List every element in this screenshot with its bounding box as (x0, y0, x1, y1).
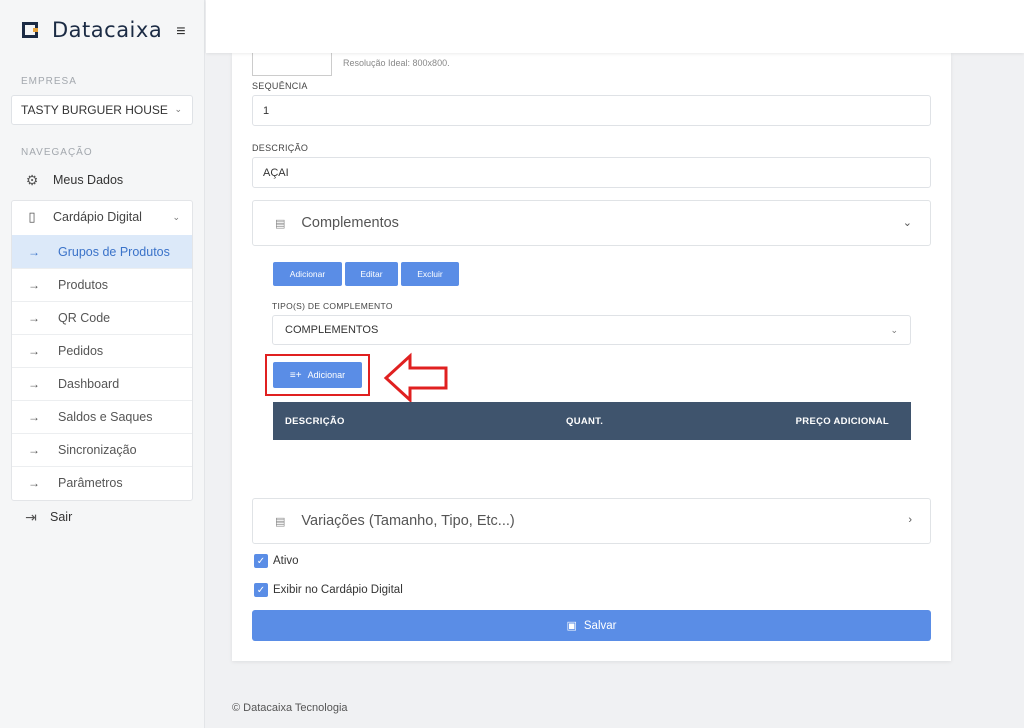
list-icon: ▤ (275, 217, 286, 230)
company-select-value: TASTY BURGUER HOUSE (21, 103, 168, 117)
complementos-accordion[interactable]: ▤ Complementos ⌄ (252, 200, 931, 246)
chevron-down-icon: ⌄ (890, 325, 898, 335)
red-arrow-icon (383, 352, 448, 404)
complementos-table-header: DESCRIÇÃO QUANT. PREÇO ADICIONAL (273, 402, 911, 440)
descricao-label: DESCRIÇÃO (252, 143, 309, 153)
hamburger-icon[interactable]: ≡ (176, 23, 185, 41)
list-add-icon: ≡+ (289, 369, 302, 381)
check-icon: ✓ (254, 554, 268, 568)
logout-icon: ⇥ (25, 508, 37, 525)
excluir-complemento-button[interactable]: Excluir (401, 262, 459, 286)
arrow-right-icon: → (28, 377, 40, 391)
sidebar-item-dashboard[interactable]: → Dashboard (12, 367, 192, 400)
sidebar-item-label: Cardápio Digital (53, 210, 142, 224)
phone-icon: ▯ (28, 209, 36, 224)
tipo-complemento-select[interactable]: COMPLEMENTOS ⌄ (272, 315, 911, 345)
column-preco: PREÇO ADICIONAL (795, 416, 889, 427)
sidebar-item-label: Parâmetros (58, 476, 123, 490)
form-card: Resolução Ideal: 800x800. SEQUÊNCIA 1 DE… (232, 48, 951, 661)
sidebar-item-parametros[interactable]: → Parâmetros (12, 466, 192, 499)
ativo-checkbox[interactable]: ✓ Ativo (254, 554, 299, 568)
sidebar: Datacaixa ≡ EMPRESA TASTY BURGUER HOUSE … (0, 0, 205, 728)
complementos-title: Complementos (301, 215, 399, 231)
sidebar-item-label: Pedidos (58, 344, 104, 358)
editar-complemento-button[interactable]: Editar (345, 262, 398, 286)
adicionar-complemento-button[interactable]: Adicionar (273, 262, 342, 286)
sidebar-item-label: Sair (50, 510, 73, 524)
ativo-label: Ativo (273, 555, 299, 567)
salvar-label: Salvar (583, 619, 617, 632)
chevron-down-icon: ⌄ (172, 212, 180, 222)
sidebar-item-label: Sincronização (58, 443, 137, 457)
sidebar-item-qr-code[interactable]: → QR Code (12, 301, 192, 334)
brand-name: Datacaixa (52, 18, 163, 42)
list-icon: ▤ (275, 515, 286, 528)
arrow-right-icon: → (28, 443, 40, 457)
arrow-right-icon: → (28, 245, 40, 259)
top-bar (206, 0, 1024, 53)
brand[interactable]: Datacaixa ≡ (22, 18, 186, 42)
sidebar-item-label: Saldos e Saques (58, 410, 153, 424)
gear-icon: ⚙ (25, 171, 39, 188)
sidebar-item-sair[interactable]: ⇥ Sair (0, 502, 182, 532)
sidebar-item-grupos-de-produtos[interactable]: → Grupos de Produtos (12, 235, 192, 268)
column-quant: QUANT. (566, 416, 604, 427)
arrow-right-icon: → (28, 344, 40, 358)
chevron-down-icon: ⌄ (902, 217, 912, 229)
brand-logo-icon (22, 22, 38, 38)
sequencia-input[interactable]: 1 (252, 95, 931, 126)
arrow-right-icon: → (28, 278, 40, 292)
variacoes-accordion[interactable]: ▤ Variações (Tamanho, Tipo, Etc...) › (252, 498, 931, 544)
sidebar-item-label: QR Code (58, 311, 111, 325)
empresa-label: EMPRESA (21, 76, 77, 87)
descricao-input[interactable]: AÇAI (252, 157, 931, 188)
sidebar-item-sincronizacao[interactable]: → Sincronização (12, 433, 192, 466)
tipo-complemento-value: COMPLEMENTOS (285, 324, 379, 336)
adicionar-item-label: Adicionar (307, 370, 346, 380)
arrow-right-icon: → (28, 410, 40, 424)
sidebar-item-saldos-e-saques[interactable]: → Saldos e Saques (12, 400, 192, 433)
exibir-label: Exibir no Cardápio Digital (273, 584, 403, 596)
arrow-right-icon: → (28, 311, 40, 325)
sidebar-item-label: Produtos (58, 278, 109, 292)
sidebar-item-label: Meus Dados (53, 173, 124, 187)
sidebar-item-pedidos[interactable]: → Pedidos (12, 334, 192, 367)
adicionar-item-button[interactable]: ≡+ Adicionar (273, 362, 362, 388)
sidebar-item-meus-dados[interactable]: ⚙ Meus Dados (11, 165, 193, 195)
sidebar-group-cardapio: ▯ Cardápio Digital ⌄ → Grupos de Produto… (11, 200, 193, 501)
exibir-checkbox[interactable]: ✓ Exibir no Cardápio Digital (254, 583, 403, 597)
sequencia-label: SEQUÊNCIA (252, 81, 308, 91)
resolution-hint: Resolução Ideal: 800x800. (343, 58, 450, 68)
navegacao-label: NAVEGAÇÃO (21, 147, 93, 158)
arrow-right-icon: → (28, 476, 40, 490)
salvar-button[interactable]: ▣ Salvar (252, 610, 931, 641)
tipo-complemento-label: TIPO(S) DE COMPLEMENTO (272, 301, 393, 311)
chevron-right-icon: › (908, 514, 912, 526)
footer: © Datacaixa Tecnologia (232, 702, 348, 714)
column-descricao: DESCRIÇÃO (285, 416, 345, 427)
check-icon: ✓ (254, 583, 268, 597)
chevron-down-icon: ⌄ (174, 104, 182, 114)
save-icon: ▣ (566, 620, 577, 632)
sidebar-item-cardapio-digital[interactable]: ▯ Cardápio Digital ⌄ (12, 201, 192, 233)
variacoes-title: Variações (Tamanho, Tipo, Etc...) (301, 513, 515, 529)
company-select[interactable]: TASTY BURGUER HOUSE ⌄ (11, 95, 193, 125)
sidebar-item-label: Dashboard (58, 377, 120, 391)
sidebar-item-produtos[interactable]: → Produtos (12, 268, 192, 301)
sidebar-item-label: Grupos de Produtos (58, 245, 170, 259)
